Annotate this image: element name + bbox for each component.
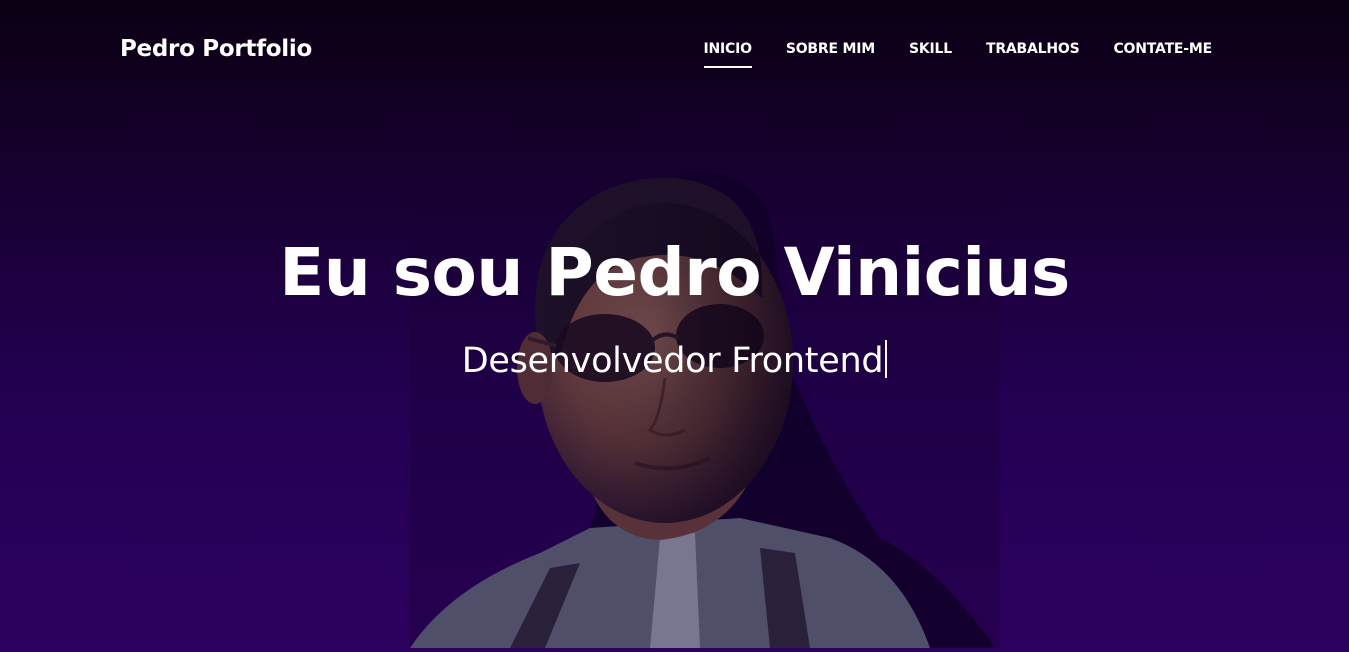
hero-subtitle: Desenvolvedor Frontend xyxy=(461,341,884,381)
nav-link-sobre-mim[interactable]: SOBRE MIM xyxy=(786,41,875,65)
hero-title: Eu sou Pedro Vinicius xyxy=(279,234,1070,311)
navbar: Pedro Portfolio INICIO SOBRE MIM SKILL T… xyxy=(0,0,1349,100)
nav-menu: INICIO SOBRE MIM SKILL TRABALHOS CONTATE… xyxy=(703,41,1212,68)
nav-link-contate-me[interactable]: CONTATE-ME xyxy=(1113,41,1212,65)
hero-section: Eu sou Pedro Vinicius Desenvolvedor Fron… xyxy=(0,230,1349,381)
brand-logo[interactable]: Pedro Portfolio xyxy=(120,36,312,62)
nav-link-inicio[interactable]: INICIO xyxy=(703,41,753,68)
nav-link-trabalhos[interactable]: TRABALHOS xyxy=(986,41,1080,65)
typing-cursor xyxy=(885,340,888,378)
hero-subtitle-wrap: Desenvolvedor Frontend xyxy=(462,340,888,381)
nav-link-skill[interactable]: SKILL xyxy=(909,41,952,65)
